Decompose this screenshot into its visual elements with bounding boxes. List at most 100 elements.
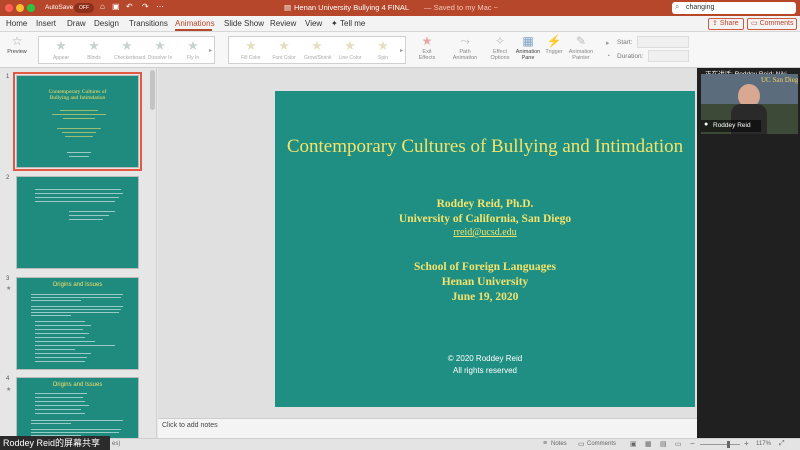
- reading-view-icon[interactable]: ▤: [660, 440, 667, 448]
- effect-dissolve-in[interactable]: ★ Dissolve In: [147, 37, 173, 65]
- slide-date[interactable]: June 19, 2020: [275, 290, 695, 304]
- zoom-slider-thumb[interactable]: [727, 441, 730, 448]
- effect-blinds[interactable]: ★ Blinds: [81, 37, 107, 65]
- save-status: — Saved to my Mac ~: [424, 3, 498, 12]
- effect-fly-in[interactable]: ★ Fly In: [180, 37, 206, 65]
- slide-email-link[interactable]: rreid@ucsd.edu: [275, 227, 695, 238]
- trigger-button[interactable]: ⚡ Trigger: [541, 35, 567, 56]
- zoom-slider[interactable]: [700, 444, 740, 445]
- tab-insert[interactable]: Insert: [36, 19, 56, 28]
- zoom-in-icon[interactable]: +: [744, 439, 749, 448]
- tab-design[interactable]: Design: [94, 19, 119, 28]
- slide-editing-canvas: Contemporary Cultures of Bullying and In…: [158, 68, 697, 418]
- notes-toggle-icon[interactable]: ≡: [543, 440, 547, 447]
- notes-pane[interactable]: Click to add notes: [158, 418, 697, 438]
- slide-rights[interactable]: All rights reserved: [275, 365, 695, 377]
- effect-line-color[interactable]: ★ Line Color: [337, 37, 363, 65]
- autosave-toggle[interactable]: OFF: [74, 3, 94, 13]
- slide-thumbnail-1[interactable]: Contemporary Cultures of Bullying and In…: [13, 72, 142, 171]
- start-label: Start:: [617, 39, 633, 46]
- video-call-panel: 正在讲话: Roddey Reid; Niki UC San Diego ● R…: [697, 68, 800, 438]
- screen-share-label: Roddey Reid的屏幕共享: [3, 438, 101, 448]
- normal-view-icon[interactable]: ▣: [630, 440, 637, 448]
- slide-university[interactable]: Henan University: [275, 275, 695, 289]
- start-select[interactable]: [637, 36, 689, 48]
- participant-video[interactable]: UC San Diego ● Roddey Reid: [701, 74, 798, 134]
- share-button[interactable]: ⇪ Share: [708, 18, 744, 30]
- effect-grow-shrink[interactable]: ★ Grow/Shrink: [304, 37, 332, 65]
- tab-home[interactable]: Home: [6, 19, 27, 28]
- animations-ribbon: ☆ Preview ★ Appear ★ Blinds ★ Checkerboa…: [0, 32, 800, 68]
- zoom-level[interactable]: 117%: [756, 441, 771, 447]
- thumbnail-scrollbar[interactable]: [150, 70, 155, 110]
- document-icon: ▤: [284, 3, 292, 12]
- zoom-window-button[interactable]: [27, 4, 35, 12]
- tab-draw[interactable]: Draw: [67, 19, 86, 28]
- tab-slide-show[interactable]: Slide Show: [224, 19, 264, 28]
- font-color-star-icon: ★: [278, 38, 290, 53]
- slide-number-3: 3: [6, 276, 10, 282]
- screen-share-banner: Roddey Reid的屏幕共享: [0, 436, 110, 450]
- path-animation-button[interactable]: ⤳ Path Animation: [448, 35, 482, 62]
- animation-painter-button[interactable]: ✎ Animation Painter: [566, 35, 596, 62]
- slideshow-icon[interactable]: ▭: [675, 440, 682, 448]
- tab-transitions[interactable]: Transitions: [129, 19, 168, 28]
- slide-title[interactable]: Contemporary Cultures of Bullying and In…: [275, 135, 695, 158]
- gallery-scroll-icon[interactable]: ▸: [209, 47, 212, 54]
- effect-options-icon: ✧: [494, 34, 506, 48]
- checkerboard-star-icon: ★: [121, 38, 133, 53]
- preview-star-icon: ☆: [11, 34, 23, 48]
- minimize-window-button[interactable]: [16, 4, 24, 12]
- thumb-4-title: Origins and Issues: [52, 382, 103, 388]
- gallery-scroll-icon-2[interactable]: ▸: [400, 47, 403, 54]
- slide-thumbnail-3[interactable]: Origins and Issues: [16, 277, 139, 370]
- effect-checkerboard[interactable]: ★ Checkerboard: [114, 37, 145, 65]
- comment-icon: ▭: [751, 20, 758, 27]
- thumb-3-title: Origins and Issues: [52, 282, 103, 288]
- slide-thumbnail-2[interactable]: [16, 176, 139, 269]
- line-color-star-icon: ★: [344, 38, 356, 53]
- exit-effects-button[interactable]: ★ Exit Effects: [414, 35, 440, 62]
- slide-copyright[interactable]: © 2020 Roddey Reid: [275, 353, 695, 365]
- effect-options-button[interactable]: ✧ Effect Options: [486, 34, 514, 62]
- zoom-out-icon[interactable]: −: [690, 439, 695, 448]
- effect-font-color[interactable]: ★ Font Color: [271, 37, 297, 65]
- search-box[interactable]: ⌕ changing: [672, 2, 796, 14]
- comments-toggle[interactable]: Comments: [587, 441, 616, 447]
- effect-fill-color[interactable]: ★ Fill Color: [238, 37, 264, 65]
- redo-icon[interactable]: ↷: [142, 2, 149, 11]
- slide-thumbnail-4[interactable]: Origins and Issues: [16, 377, 139, 438]
- more-icon[interactable]: ⋯: [156, 2, 164, 11]
- tab-animations[interactable]: Animations: [175, 19, 215, 28]
- comments-button[interactable]: ▭ Comments: [747, 18, 797, 30]
- notes-toggle[interactable]: Notes: [551, 441, 567, 447]
- animation-star-icon-4: ★: [6, 387, 12, 393]
- tab-view[interactable]: View: [305, 19, 322, 28]
- current-slide[interactable]: Contemporary Cultures of Bullying and In…: [275, 91, 695, 407]
- animation-pane-button[interactable]: ▦ Animation Pane: [514, 35, 542, 62]
- autosave-label: AutoSave: [45, 4, 74, 11]
- effect-appear[interactable]: ★ Appear: [48, 37, 74, 65]
- slide-affiliation[interactable]: University of California, San Diego: [275, 212, 695, 226]
- close-window-button[interactable]: [5, 4, 13, 12]
- duration-icon: ◔: [606, 53, 611, 60]
- slide-author[interactable]: Roddey Reid, Ph.D.: [275, 197, 695, 211]
- preview-button[interactable]: ☆ Preview: [4, 34, 30, 56]
- ribbon-tab-bar: Home Insert Draw Design Transitions Anim…: [0, 16, 800, 32]
- animation-star-icon: ★: [6, 286, 12, 292]
- slide-sorter-icon[interactable]: ▦: [645, 440, 652, 448]
- duration-input[interactable]: [648, 50, 689, 62]
- fit-to-window-icon[interactable]: ⤢: [779, 440, 785, 448]
- appear-star-icon: ★: [55, 38, 67, 53]
- search-input[interactable]: changing: [686, 4, 714, 11]
- effect-spin[interactable]: ★ Spin: [370, 37, 396, 65]
- notes-placeholder[interactable]: Click to add notes: [162, 422, 218, 429]
- comments-toggle-icon[interactable]: ▭: [578, 440, 585, 448]
- undo-icon[interactable]: ↶: [126, 2, 133, 11]
- home-icon[interactable]: ⌂: [100, 2, 105, 11]
- tab-review[interactable]: Review: [270, 19, 296, 28]
- document-title: Henan University Bullying 4 FINAL: [294, 3, 410, 12]
- save-icon[interactable]: ▣: [112, 2, 120, 11]
- tell-me-input[interactable]: Tell me: [340, 19, 365, 28]
- slide-school[interactable]: School of Foreign Languages: [275, 260, 695, 274]
